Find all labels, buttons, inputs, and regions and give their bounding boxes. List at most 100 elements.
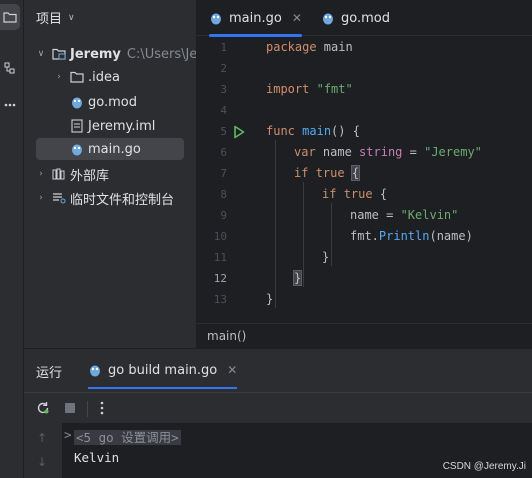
keyword: package: [266, 40, 317, 54]
library-icon: [52, 167, 66, 181]
chevron-right-icon[interactable]: ›: [36, 193, 46, 203]
tree-item-path-hint: C:\Users\Jer: [126, 46, 197, 62]
punctuation: {: [372, 187, 388, 201]
punctuation: }: [322, 250, 330, 264]
tree-item-jeremy-iml[interactable]: Jeremy.iml: [64, 115, 155, 137]
tree-item-idea[interactable]: › .idea: [54, 66, 120, 88]
punctuation: () {: [331, 124, 360, 138]
run-panel: 运行 go build main.go ✕ ↑ ↓ > <5 go 设置调用> …: [24, 348, 532, 478]
close-icon[interactable]: ✕: [292, 11, 302, 25]
line-number: 5: [220, 125, 227, 138]
stop-icon: [65, 403, 75, 413]
punctuation: }: [266, 292, 274, 306]
tree-item-external-libraries[interactable]: › 外部库: [36, 163, 109, 185]
line-number: 9: [220, 209, 227, 222]
function-name: main: [302, 124, 332, 138]
type-name: string: [359, 145, 403, 159]
stop-button[interactable]: [61, 399, 79, 417]
run-tab-go-build[interactable]: go build main.go ✕: [88, 359, 238, 389]
tree-item-label: 外部库: [70, 168, 110, 184]
code-editor[interactable]: package main import "fmt" func main() { …: [257, 37, 532, 323]
tree-item-jeremy[interactable]: ∨ Jeremy C:\Users\Jer: [36, 43, 197, 65]
identifier: name =: [350, 208, 401, 222]
tree-item-scratches[interactable]: › 临时文件和控制台: [36, 187, 174, 209]
project-tool-button[interactable]: [0, 4, 20, 30]
chevron-right-icon[interactable]: ›: [36, 169, 46, 179]
rerun-button[interactable]: [34, 399, 52, 417]
go-module-icon: [323, 13, 333, 25]
tab-main-go[interactable]: main.go ✕: [209, 0, 302, 37]
run-gutter-icon[interactable]: [233, 125, 245, 139]
line-number: 6: [220, 146, 227, 159]
line-number: 2: [220, 62, 227, 75]
project-panel: 项目 ∨ ∨ Jeremy C:\Users\Jer › .idea go.mo…: [24, 0, 197, 348]
fold-marker[interactable]: >: [64, 427, 72, 442]
tree-item-label: 临时文件和控制台: [70, 192, 175, 208]
breadcrumb-item[interactable]: main(): [207, 329, 246, 343]
indent-guide: [331, 203, 332, 266]
console-command: <5 go 设置调用>: [74, 430, 181, 445]
folder-icon: [3, 12, 17, 23]
code-line-8: if true {: [322, 184, 387, 205]
line-number: 11: [213, 251, 227, 264]
breadcrumb[interactable]: main(): [197, 323, 532, 348]
function-call: Println: [378, 229, 430, 243]
line-number: 8: [220, 188, 227, 201]
close-icon[interactable]: ✕: [227, 363, 237, 377]
go-module-icon: [70, 95, 84, 109]
scroll-up-icon[interactable]: ↑: [37, 431, 47, 445]
tab-go-mod[interactable]: go.mod: [321, 0, 390, 36]
code-line-9: name = "Kelvin": [350, 205, 458, 226]
identifier: name: [315, 145, 360, 159]
rerun-icon: [37, 402, 49, 414]
tool-strip: [0, 0, 24, 478]
folder-icon: [70, 70, 84, 84]
keyword: if: [322, 187, 337, 201]
line-number: 1: [220, 41, 227, 54]
editor-gutter: 1 2 3 4 5 6 7 8 9 10 11 12 13: [197, 37, 257, 323]
matched-brace: }: [292, 270, 303, 286]
chevron-right-icon[interactable]: ›: [54, 72, 64, 82]
code-line-12: }: [292, 268, 303, 289]
project-panel-header[interactable]: 项目 ∨: [36, 8, 75, 27]
chevron-down-icon[interactable]: ∨: [36, 49, 46, 59]
line-number: 13: [213, 293, 227, 306]
code-line-6: var name string = "Jeremy": [294, 142, 482, 163]
code-line-5: func main() {: [266, 121, 360, 142]
keyword: if: [294, 166, 309, 180]
code-line-10: fmt.Println(name): [350, 226, 473, 247]
line-number: 3: [220, 83, 227, 96]
structure-tool-button[interactable]: [0, 56, 20, 82]
more-horizontal-icon: [4, 103, 16, 107]
string-literal: "Kelvin": [400, 208, 459, 222]
keyword: true: [315, 166, 345, 180]
project-panel-title: 项目: [36, 12, 63, 27]
matched-brace: {: [350, 165, 361, 181]
code-line-13: }: [266, 289, 273, 310]
package-name: fmt.: [350, 229, 379, 243]
code-line-7: if true {: [294, 163, 361, 184]
more-vertical-icon: [100, 401, 104, 415]
scratches-icon: [52, 191, 66, 205]
scroll-down-icon[interactable]: ↓: [37, 455, 47, 469]
tree-item-main-go[interactable]: main.go: [36, 138, 184, 160]
structure-icon: [4, 62, 15, 74]
keyword: var: [294, 145, 316, 159]
tree-item-label: Jeremy: [70, 46, 121, 62]
tree-item-label: main.go: [88, 141, 141, 157]
tree-item-go-mod[interactable]: go.mod: [64, 91, 137, 113]
line-number: 10: [213, 230, 227, 243]
console-output-line: Kelvin: [74, 450, 120, 465]
more-tools-button[interactable]: [0, 92, 20, 118]
toolbar-divider: [87, 401, 88, 417]
editor-tab-bar: main.go ✕ go.mod: [197, 0, 532, 37]
chevron-down-icon: ∨: [68, 12, 75, 23]
run-panel-title: 运行: [36, 366, 63, 381]
line-number-current: 12: [213, 272, 227, 285]
string-literal: "Jeremy": [424, 145, 482, 159]
line-number: 7: [220, 167, 227, 180]
more-options-button[interactable]: [93, 399, 111, 417]
run-toolbar: [24, 392, 532, 422]
indent-guide: [275, 140, 276, 308]
tab-label: main.go: [229, 10, 282, 26]
